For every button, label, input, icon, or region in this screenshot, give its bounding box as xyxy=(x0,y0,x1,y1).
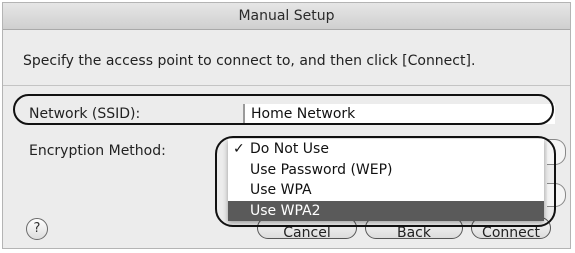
dialog-title: Manual Setup xyxy=(3,3,570,30)
encryption-method-label: Encryption Method: xyxy=(29,143,166,159)
ssid-highlight-outline xyxy=(13,94,554,125)
instruction-text: Specify the access point to connect to, … xyxy=(23,53,476,69)
divider xyxy=(3,85,570,86)
menu-highlight-outline xyxy=(215,136,556,227)
help-button[interactable]: ? xyxy=(26,218,48,240)
